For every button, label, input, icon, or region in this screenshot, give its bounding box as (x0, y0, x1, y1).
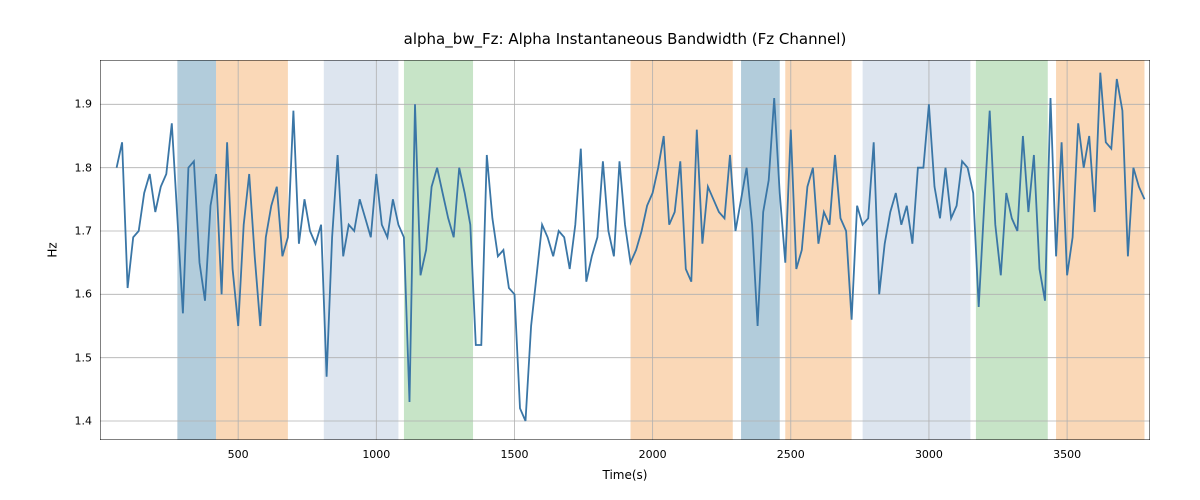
x-tick-label: 2500 (777, 448, 805, 461)
band-region (1056, 60, 1144, 440)
x-tick-label: 1000 (362, 448, 390, 461)
chart-title: alpha_bw_Fz: Alpha Instantaneous Bandwid… (100, 30, 1150, 48)
y-tick-label: 1.7 (75, 225, 93, 238)
band-region (631, 60, 733, 440)
band-region (324, 60, 399, 440)
x-tick-label: 3500 (1053, 448, 1081, 461)
y-tick-label: 1.5 (75, 351, 93, 364)
band-region (177, 60, 216, 440)
x-tick-label: 1500 (500, 448, 528, 461)
band-region (216, 60, 288, 440)
y-tick-label: 1.9 (75, 98, 93, 111)
x-tick-label: 2000 (639, 448, 667, 461)
chart-plot-area (100, 60, 1150, 440)
y-tick-label: 1.8 (75, 161, 93, 174)
x-axis-label: Time(s) (100, 468, 1150, 482)
band-region (976, 60, 1048, 440)
y-tick-label: 1.6 (75, 288, 93, 301)
chart-svg (100, 60, 1150, 440)
x-tick-label: 3000 (915, 448, 943, 461)
band-region (863, 60, 971, 440)
y-axis-label: Hz (46, 242, 60, 257)
band-region (741, 60, 780, 440)
x-tick-label: 500 (228, 448, 249, 461)
y-tick-label: 1.4 (75, 415, 93, 428)
